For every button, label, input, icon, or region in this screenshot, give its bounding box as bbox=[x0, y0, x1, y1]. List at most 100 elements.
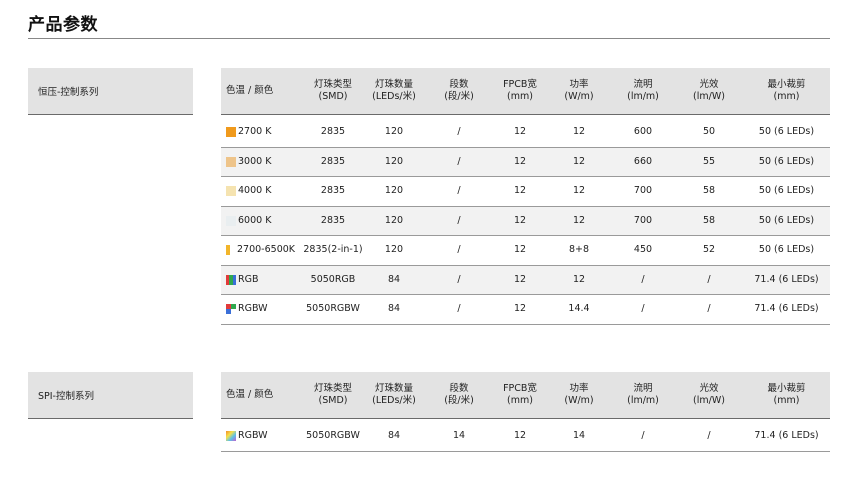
section-label: SPI-控制系列 bbox=[28, 372, 193, 419]
header-cell: 光效 (lm/W) bbox=[675, 383, 743, 407]
section-label-text: SPI-控制系列 bbox=[38, 391, 94, 402]
power-cell: 12 bbox=[572, 214, 586, 226]
table-row: 2700-6500K 2835(2-in-1) 120 / 12 8+8 450 52 50 (… bbox=[221, 236, 830, 266]
lumen-cell: 450 bbox=[633, 244, 653, 256]
page-title: 产品参数 bbox=[28, 15, 98, 35]
smd-cell: 5050RGBW bbox=[306, 303, 360, 315]
header-text: (SMD) bbox=[318, 91, 348, 102]
segments-cell: 14 bbox=[452, 430, 466, 442]
leds-cell: 84 bbox=[387, 273, 401, 285]
spec-table: 色温 / 颜色 灯珠类型 (SMD) 灯珠数量 (LEDs/米) 段数 (段/米) FPCB宽… bbox=[221, 68, 830, 325]
leds-cell: 120 bbox=[384, 185, 404, 197]
color-swatch-icon bbox=[226, 156, 236, 167]
table-row: 4000 K 2835 120 / 12 12 700 58 50 (6 LEDs) bbox=[221, 177, 830, 207]
smd-cell: 5050RGB bbox=[310, 273, 356, 285]
fpcb-cell: 12 bbox=[513, 214, 527, 226]
lumen-cell: 660 bbox=[633, 155, 653, 167]
power-cell: 14 bbox=[572, 430, 586, 442]
header-cell: 色温 / 颜色 bbox=[221, 85, 303, 97]
power-cell: 12 bbox=[572, 185, 586, 197]
header-cell: 功率 (W/m) bbox=[547, 383, 611, 407]
efficacy-cell: 55 bbox=[702, 155, 716, 167]
header-text: (mm) bbox=[507, 395, 533, 406]
fpcb-cell: 12 bbox=[513, 185, 527, 197]
lumen-cell: / bbox=[641, 303, 645, 315]
section-label-text: 恒压-控制系列 bbox=[38, 87, 99, 98]
header-text: FPCB宽 bbox=[503, 383, 537, 394]
efficacy-cell: 50 bbox=[702, 126, 716, 138]
color-swatch-icon bbox=[226, 127, 236, 138]
smd-cell: 2835 bbox=[320, 214, 346, 226]
min-cut-cell: 71.4 (6 LEDs) bbox=[754, 273, 819, 285]
segments-cell: / bbox=[457, 126, 461, 138]
smd-cell: 2835 bbox=[320, 155, 346, 167]
header-cell: 灯珠数量 (LEDs/米) bbox=[363, 383, 425, 407]
color-label: RGBW bbox=[238, 430, 268, 442]
section-constant-voltage: 恒压-控制系列 色温 / 颜色 灯珠类型 (SMD) 灯珠数量 (LEDs/米) 段数 (段… bbox=[28, 68, 830, 328]
leds-cell: 120 bbox=[384, 155, 404, 167]
fpcb-cell: 12 bbox=[513, 303, 527, 315]
lumen-cell: / bbox=[641, 430, 645, 442]
power-cell: 14.4 bbox=[568, 303, 590, 315]
color-label: RGBW bbox=[238, 303, 268, 315]
power-cell: 12 bbox=[572, 155, 586, 167]
fpcb-cell: 12 bbox=[513, 244, 527, 256]
header-text: 流明 bbox=[633, 383, 653, 394]
power-cell: 8+8 bbox=[568, 244, 590, 256]
header-text: 光效 bbox=[699, 79, 719, 90]
header-text: 功率 bbox=[569, 383, 589, 394]
color-cell: 4000 K bbox=[221, 185, 303, 197]
header-text: (lm/W) bbox=[693, 91, 725, 102]
header-cell: 最小裁剪 (mm) bbox=[743, 79, 830, 103]
header-cell: 灯珠类型 (SMD) bbox=[303, 383, 363, 407]
header-cell: 流明 (lm/m) bbox=[611, 383, 675, 407]
efficacy-cell: / bbox=[707, 273, 711, 285]
color-cell: RGBW bbox=[221, 430, 303, 442]
header-text: (mm) bbox=[773, 91, 800, 102]
segments-cell: / bbox=[457, 185, 461, 197]
fpcb-cell: 12 bbox=[513, 273, 527, 285]
header-cell: 最小裁剪 (mm) bbox=[743, 383, 830, 407]
fpcb-cell: 12 bbox=[513, 126, 527, 138]
header-text: (mm) bbox=[507, 91, 533, 102]
efficacy-cell: 58 bbox=[702, 214, 716, 226]
min-cut-cell: 50 (6 LEDs) bbox=[758, 155, 815, 167]
table-row: RGBW 5050RGBW 84 14 12 14 / / 71.4 (6 LEDs) bbox=[221, 422, 830, 452]
color-label: 4000 K bbox=[238, 185, 272, 197]
fpcb-cell: 12 bbox=[513, 430, 527, 442]
header-text: FPCB宽 bbox=[503, 79, 537, 90]
color-cell: 2700 K bbox=[221, 126, 303, 138]
leds-cell: 120 bbox=[384, 126, 404, 138]
header-text: (LEDs/米) bbox=[372, 91, 416, 102]
lumen-cell: / bbox=[641, 273, 645, 285]
color-swatch-icon bbox=[226, 245, 230, 256]
power-cell: 12 bbox=[572, 273, 586, 285]
header-cell: 灯珠类型 (SMD) bbox=[303, 79, 363, 103]
smd-cell: 5050RGBW bbox=[306, 430, 360, 442]
efficacy-cell: / bbox=[707, 430, 711, 442]
lumen-cell: 700 bbox=[633, 185, 653, 197]
color-label: 2700 K bbox=[238, 126, 272, 138]
table-header: 色温 / 颜色 灯珠类型 (SMD) 灯珠数量 (LEDs/米) 段数 (段/米) FPCB宽… bbox=[221, 68, 830, 115]
segments-cell: / bbox=[457, 244, 461, 256]
header-cell: 灯珠数量 (LEDs/米) bbox=[363, 79, 425, 103]
header-text: 光效 bbox=[699, 383, 719, 394]
smd-cell: 2835 bbox=[320, 185, 346, 197]
header-text: 色温 / 颜色 bbox=[226, 85, 274, 96]
header-text: (段/米) bbox=[444, 395, 474, 406]
segments-cell: / bbox=[457, 303, 461, 315]
color-label: 2700-6500K bbox=[237, 244, 296, 256]
color-label: 3000 K bbox=[238, 155, 272, 167]
header-text: 最小裁剪 bbox=[767, 79, 806, 90]
header-cell: 段数 (段/米) bbox=[425, 79, 493, 103]
header-text: 灯珠数量 bbox=[374, 79, 413, 90]
gradient-swatch-icon bbox=[226, 431, 236, 442]
header-cell: 段数 (段/米) bbox=[425, 383, 493, 407]
spec-table: 色温 / 颜色 灯珠类型 (SMD) 灯珠数量 (LEDs/米) 段数 (段/米) FPCB宽… bbox=[221, 372, 830, 452]
rgbw-swatch-icon bbox=[226, 304, 236, 315]
header-text: (lm/W) bbox=[693, 395, 725, 406]
smd-cell: 2835 bbox=[320, 126, 346, 138]
header-text: 段数 bbox=[449, 79, 469, 90]
color-cell: RGB bbox=[221, 274, 303, 286]
header-text: (W/m) bbox=[564, 91, 594, 102]
